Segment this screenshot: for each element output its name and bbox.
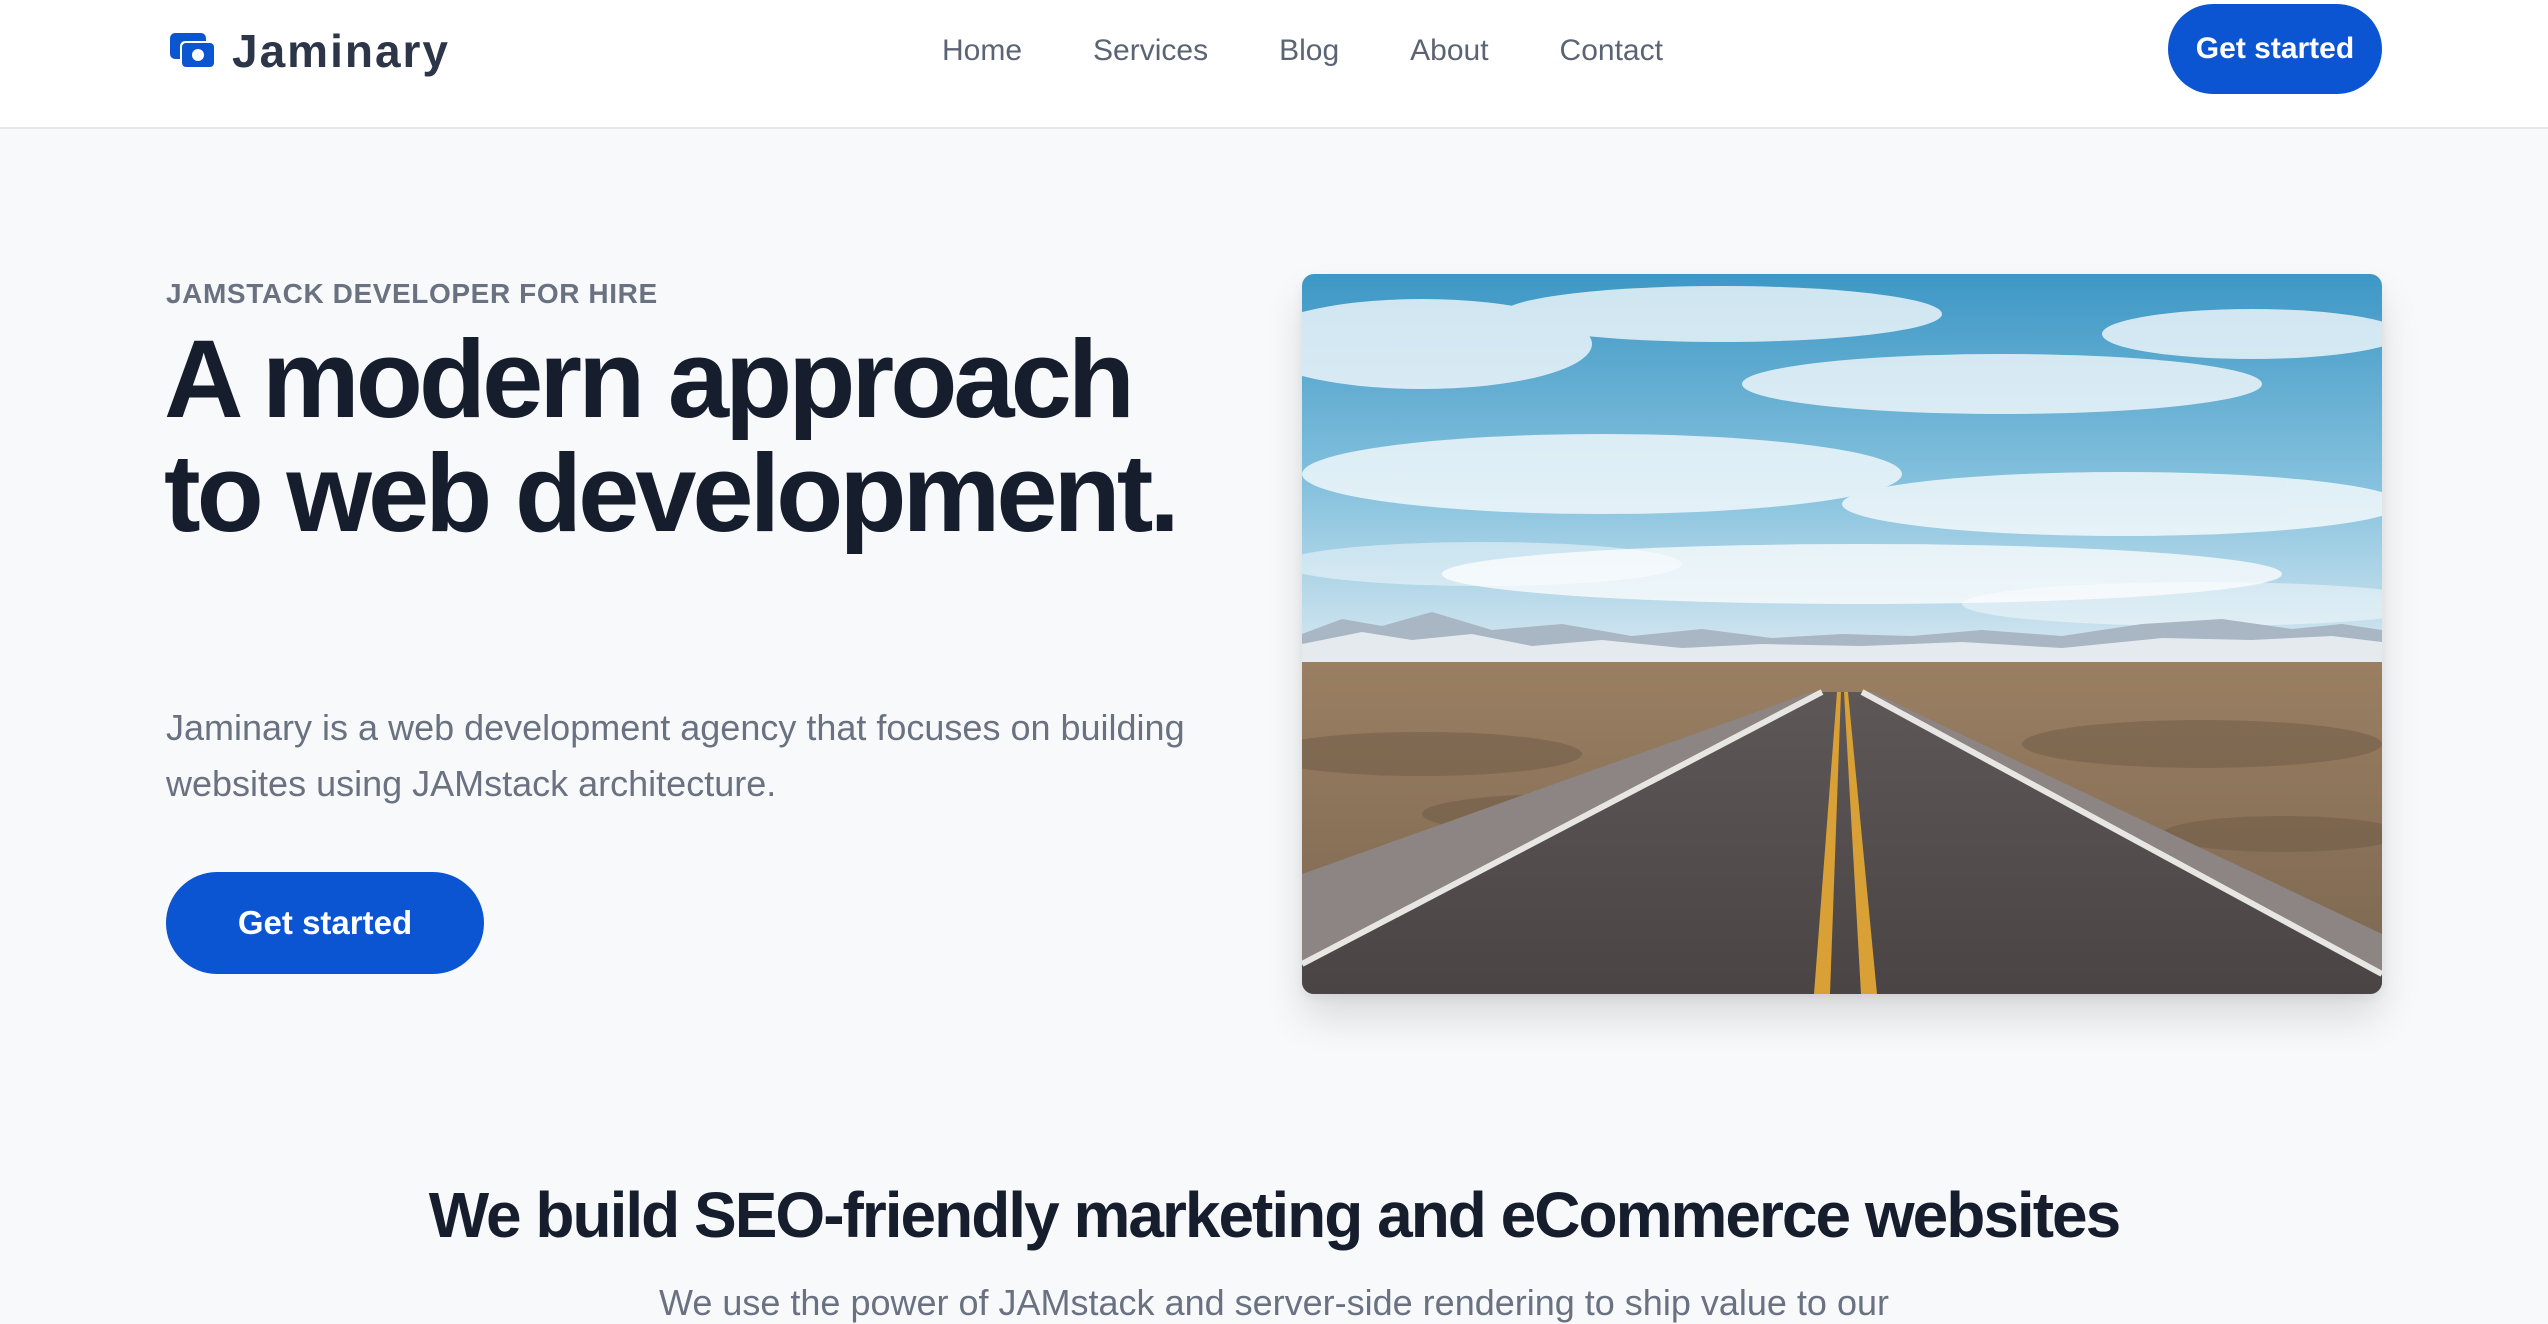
nav-about[interactable]: About <box>1410 34 1488 68</box>
desert-highway-photo <box>1302 274 2382 994</box>
hero-eyebrow: JAMSTACK DEVELOPER FOR HIRE <box>166 278 658 309</box>
nav-services[interactable]: Services <box>1093 34 1208 68</box>
section-subtitle: We use the power of JAMstack and server-… <box>659 1282 1889 1323</box>
logo-link[interactable]: Jaminary <box>170 25 451 77</box>
camera-icon <box>170 33 216 69</box>
header-get-started-button[interactable]: Get started <box>2168 4 2382 94</box>
nav-contact[interactable]: Contact <box>1560 34 1663 68</box>
nav-home[interactable]: Home <box>942 34 1022 68</box>
nav-blog[interactable]: Blog <box>1279 34 1339 68</box>
hero-get-started-button[interactable]: Get started <box>166 872 484 974</box>
site-header: Jaminary Home Services Blog About Contac… <box>0 0 2548 129</box>
hero-title: A modern approach to web development. <box>164 318 1180 555</box>
hero-image <box>1302 274 2382 994</box>
main-nav: Home Services Blog About Contact <box>942 28 1663 74</box>
hero-subtitle: Jaminary is a web development agency tha… <box>166 707 1185 804</box>
brand-name: Jaminary <box>232 25 451 77</box>
section-title: We build SEO-friendly marketing and eCom… <box>428 1179 2121 1251</box>
